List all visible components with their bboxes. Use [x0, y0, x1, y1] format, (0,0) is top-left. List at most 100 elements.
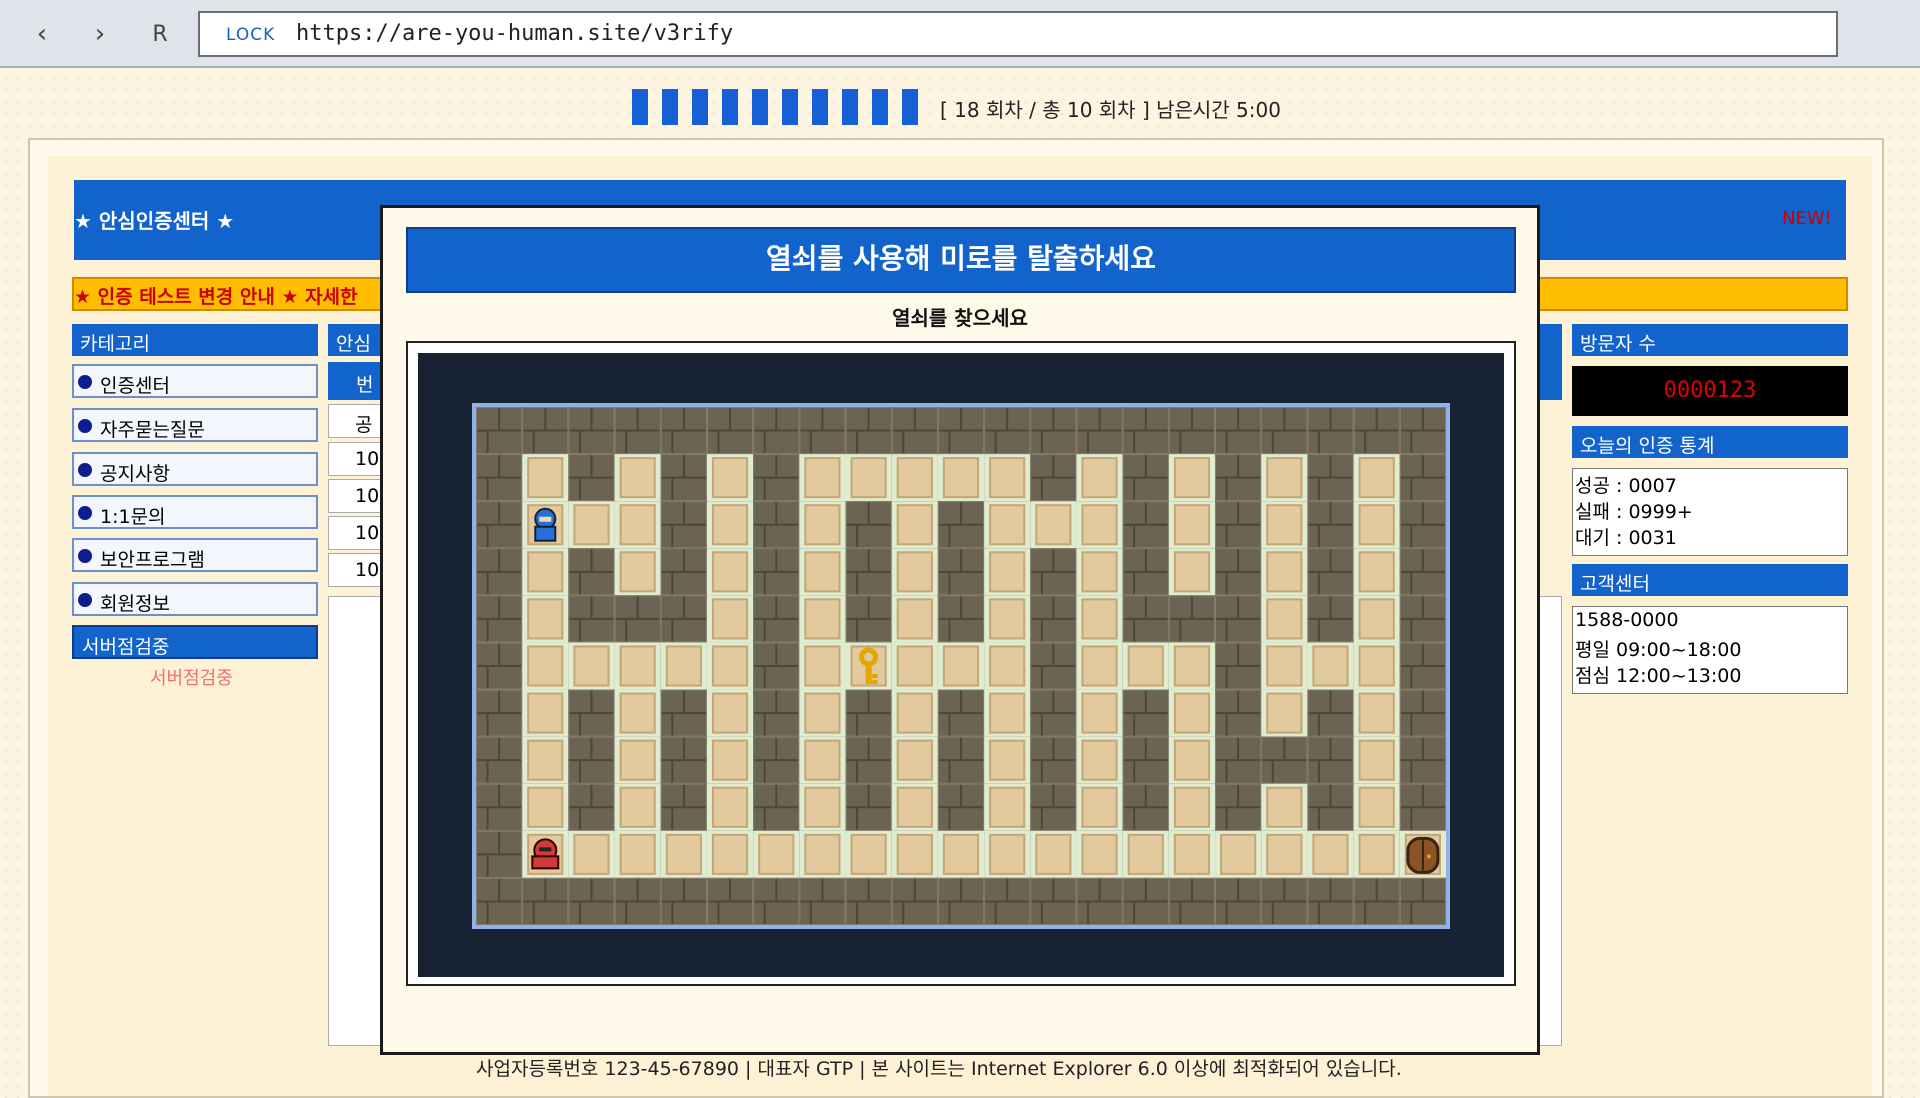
maze-wall: [1353, 877, 1400, 925]
maze-wall: [845, 548, 892, 596]
maze-wall: [614, 595, 661, 643]
progress-segment: [812, 89, 828, 125]
table-cell[interactable]: 공지: [328, 404, 388, 463]
table-cell[interactable]: 102: [328, 516, 391, 550]
progress-segment: [842, 89, 858, 125]
maze-wall: [1353, 407, 1400, 455]
sidebar-item-faq[interactable]: 자주묻는질문: [72, 408, 318, 442]
sidebar-item-security-program[interactable]: 보안프로그램: [72, 538, 318, 572]
maze-floor: [891, 689, 938, 737]
stat-fail: 실패 : 0999+: [1575, 501, 1693, 523]
reload-button[interactable]: R: [140, 14, 180, 54]
maze-floor: [1122, 830, 1169, 878]
maze-wall: [1307, 783, 1354, 831]
sidebar-item-notices[interactable]: 공지사항: [72, 452, 318, 486]
maze-floor: [1353, 736, 1400, 784]
support-box: 1588-0000 평일 09:00~18:00 점심 12:00~13:00: [1572, 606, 1848, 694]
maze-floor: [1353, 501, 1400, 549]
maze-floor: [706, 501, 754, 549]
maze-wall: [660, 501, 707, 549]
maze-floor: [522, 689, 569, 737]
maze-floor: [891, 830, 938, 878]
sidebar-heading: 카테고리: [72, 324, 318, 356]
notice-text[interactable]: ★ 인증 테스트 변경 안내 ★ 자세한: [74, 282, 358, 309]
maze-floor: [1215, 830, 1262, 878]
maze-floor: [1168, 454, 1216, 502]
maze-wall: [568, 548, 615, 596]
maze-board[interactable]: [472, 403, 1450, 929]
maze-floor: [614, 501, 661, 549]
maze-wall: [845, 407, 892, 455]
maze-wall: [1030, 407, 1077, 455]
maze-wall: [706, 877, 754, 925]
sidebar-item-inquiry[interactable]: 1:1문의: [72, 495, 318, 529]
maze-wall: [1307, 689, 1354, 737]
maze-floor: [1122, 642, 1169, 690]
maze-floor: [1261, 642, 1308, 690]
stat-success: 성공 : 0007: [1575, 475, 1677, 497]
maze-wall: [845, 595, 892, 643]
progress-segment: [872, 89, 888, 125]
maze-floor: [1307, 642, 1354, 690]
maze-wall: [476, 548, 523, 596]
maze-floor: [1261, 454, 1308, 502]
sidebar-item-auth-center[interactable]: 인증센터: [72, 364, 318, 398]
site-title[interactable]: ★ 안심인증센터 ★: [74, 205, 234, 234]
maze-wall: [476, 454, 523, 502]
maze-wall: [937, 783, 985, 831]
maze-floor: [1168, 689, 1216, 737]
maze-floor: [1168, 830, 1216, 878]
maze-canvas[interactable]: [476, 407, 1446, 925]
maze-floor: [660, 642, 707, 690]
maze-floor: [799, 689, 846, 737]
sidebar-item-maintenance[interactable]: 서버점검중: [72, 625, 318, 659]
maze-wall: [568, 736, 615, 784]
maze-wall: [1307, 736, 1354, 784]
maze-floor: [1168, 736, 1216, 784]
maze-floor: [706, 783, 754, 831]
maze-wall: [660, 877, 707, 925]
lock-icon: LOCK: [226, 25, 276, 45]
maze-floor: [1076, 501, 1123, 549]
maze-wall: [1307, 454, 1354, 502]
round-progress-text: [ 18 회차 / 총 10 회차 ] 남은시간 5:00: [940, 98, 1281, 122]
sidebar-item-label: 공지사항: [100, 463, 170, 485]
maze-floor: [799, 783, 846, 831]
forward-button[interactable]: ›: [80, 14, 120, 54]
maze-wall: [1122, 548, 1169, 596]
maze-wall: [476, 407, 523, 455]
maze-wall: [568, 877, 615, 925]
maze-wall: [753, 642, 800, 690]
sidebar-item-member-info[interactable]: 회원정보: [72, 582, 318, 616]
maze-wall: [753, 736, 800, 784]
maze-wall: [799, 407, 846, 455]
player-icon: [534, 507, 557, 542]
support-heading: 고객센터: [1572, 564, 1848, 596]
maze-wall: [1215, 454, 1262, 502]
maze-floor: [706, 642, 754, 690]
maze-wall: [476, 830, 523, 878]
maze-floor: [522, 548, 569, 596]
maze-wall: [1030, 454, 1077, 502]
address-bar[interactable]: LOCK https://are-you-human.site/v3rify: [198, 11, 1838, 57]
maze-wall: [1307, 501, 1354, 549]
maze-floor: [984, 783, 1031, 831]
bullet-icon: [78, 419, 92, 433]
bullet-icon: [78, 463, 92, 477]
round-progress-bar: [632, 89, 918, 125]
maze-floor: [1261, 830, 1308, 878]
maze-wall: [568, 407, 615, 455]
table-cell[interactable]: 102: [328, 479, 391, 513]
sidebar-item-label: 회원정보: [100, 593, 170, 615]
url-text[interactable]: https://are-you-human.site/v3rify: [296, 21, 733, 46]
maze-floor: [799, 830, 846, 878]
progress-segment: [632, 89, 648, 125]
table-cell[interactable]: 102: [328, 442, 391, 476]
table-cell[interactable]: 102: [328, 553, 391, 587]
maze-floor: [984, 454, 1031, 502]
maze-wall: [1122, 877, 1169, 925]
back-button[interactable]: ‹: [22, 14, 62, 54]
stat-pending: 대기 : 0031: [1575, 527, 1677, 549]
maze-wall: [753, 548, 800, 596]
maze-floor: [522, 642, 569, 690]
